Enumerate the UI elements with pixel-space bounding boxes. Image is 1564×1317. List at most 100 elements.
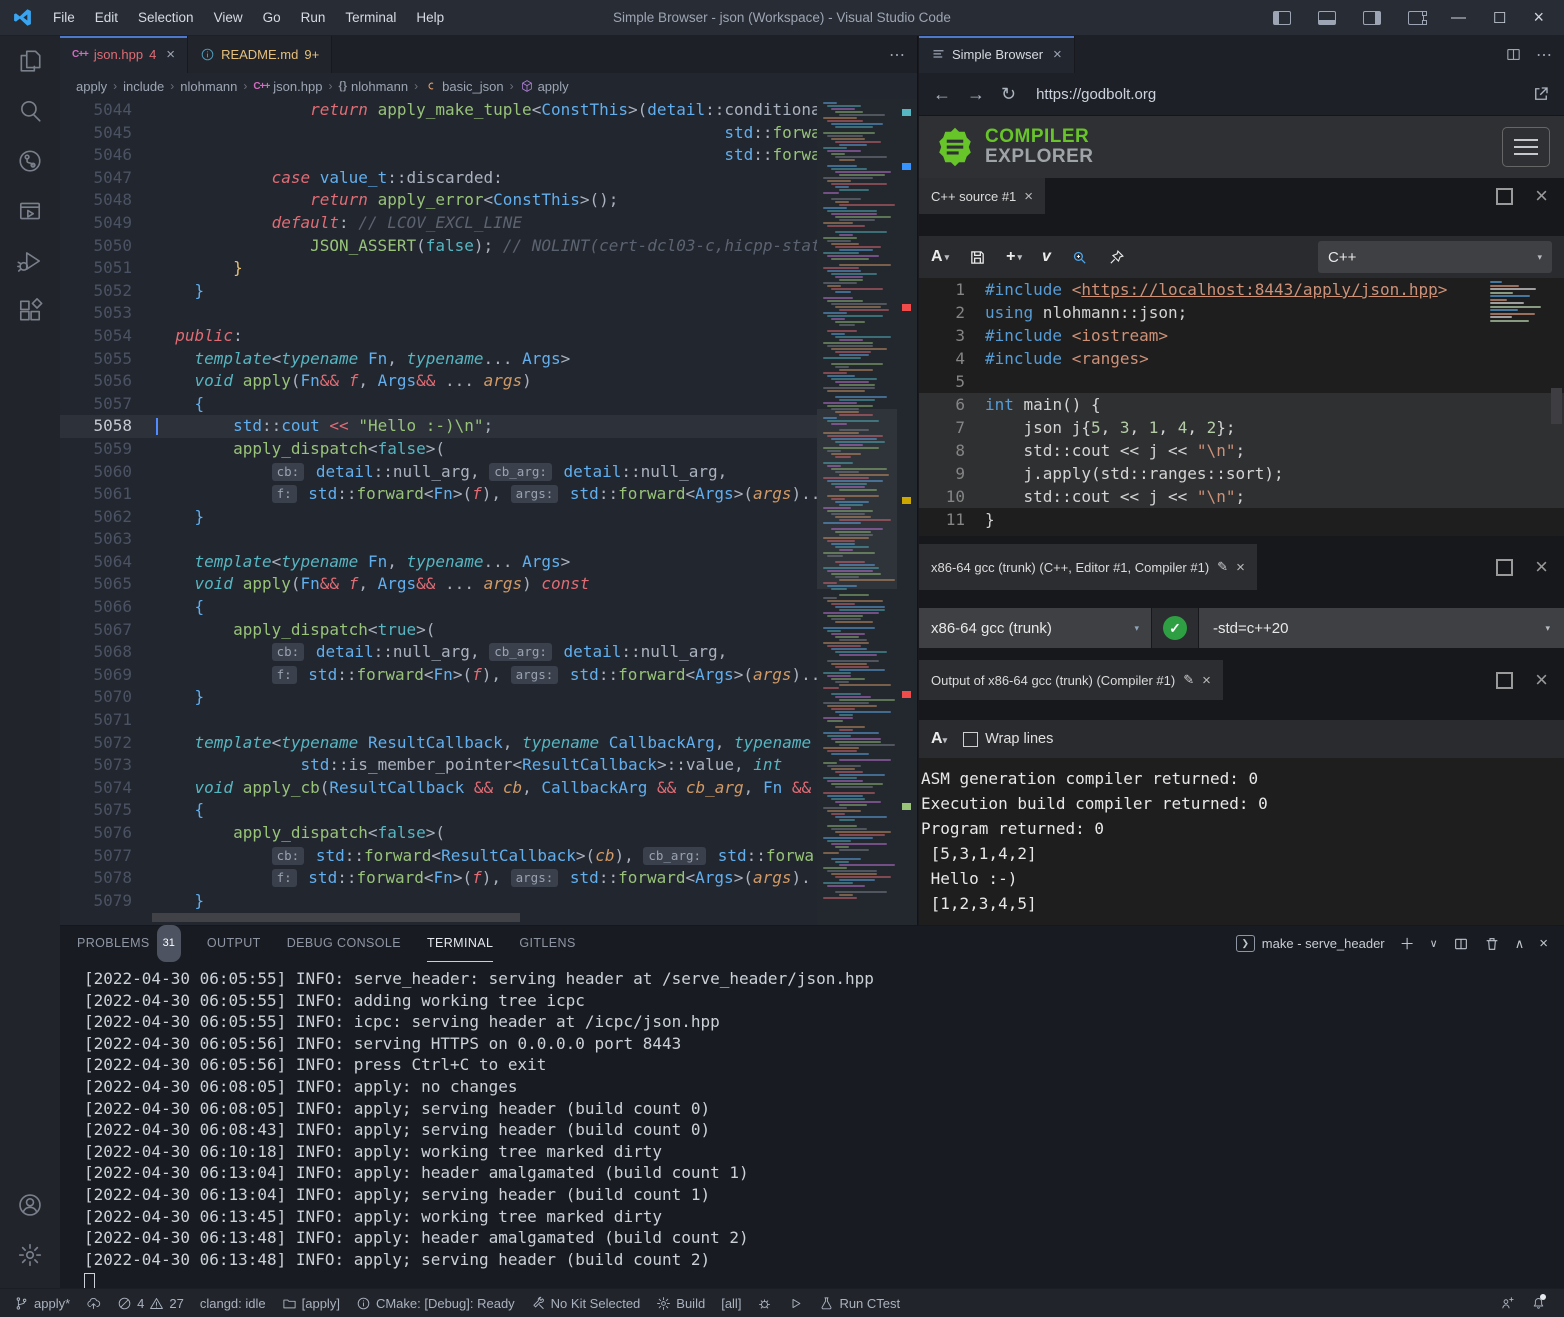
editor-tab-json.hpp[interactable]: C++json.hpp4× xyxy=(60,36,188,73)
minimap[interactable] xyxy=(817,99,897,925)
close-pane-icon[interactable]: × xyxy=(1202,672,1211,689)
terminal-output[interactable]: [2022-04-30 06:05:55] INFO: serve_header… xyxy=(60,961,1564,1288)
code-line[interactable]: 5061 f: std::forward<Fn>(f), args: std::… xyxy=(60,483,917,506)
split-editor-icon[interactable] xyxy=(1505,46,1522,63)
code-line[interactable]: 5064 template<typename Fn, typename... A… xyxy=(60,551,917,574)
ce-scrollbar[interactable] xyxy=(1551,388,1562,424)
horizontal-scrollbar[interactable] xyxy=(152,913,520,922)
breadcrumb-item[interactable]: apply xyxy=(76,79,107,94)
tab-cpp-source[interactable]: C++ source #1 × xyxy=(919,178,1045,214)
code-line[interactable]: 5062 } xyxy=(60,506,917,529)
activity-explorer[interactable] xyxy=(0,36,60,86)
compiler-options-input[interactable]: -std=c++20 ▾ xyxy=(1199,608,1564,648)
cmake-project[interactable]: [apply] xyxy=(274,1289,348,1317)
menu-help[interactable]: Help xyxy=(406,0,454,35)
code-line[interactable]: 5047 case value_t::discarded: xyxy=(60,167,917,190)
breadcrumb-item[interactable]: apply xyxy=(520,79,569,94)
code-line[interactable]: 5079 } xyxy=(60,890,917,913)
panel-tab-debug-console[interactable]: DEBUG CONSOLE xyxy=(287,926,401,961)
code-line[interactable]: 5076 apply_dispatch<false>( xyxy=(60,822,917,845)
code-line[interactable]: 5067 apply_dispatch<true>( xyxy=(60,619,917,642)
maximize-button[interactable]: ☐ xyxy=(1493,9,1506,27)
compiler-select[interactable]: x86-64 gcc (trunk) ▾ xyxy=(919,608,1151,648)
ce-code-line[interactable]: 5 xyxy=(919,370,1564,393)
toggle-panel-icon[interactable] xyxy=(1318,11,1336,25)
open-external-icon[interactable] xyxy=(1532,85,1550,103)
activity-cmake-run[interactable] xyxy=(0,186,60,236)
maximize-pane-icon[interactable] xyxy=(1496,188,1513,205)
ce-code-line[interactable]: 7 json j{5, 3, 1, 4, 2}; xyxy=(919,416,1564,439)
activity-source-control[interactable] xyxy=(0,136,60,186)
vim-mode-button[interactable]: v xyxy=(1042,248,1051,266)
rename-pane-icon[interactable]: ✎ xyxy=(1183,672,1194,688)
terminal-picker[interactable]: make - serve_header xyxy=(1262,936,1385,951)
code-line[interactable]: 5074 void apply_cb(ResultCallback && cb,… xyxy=(60,777,917,800)
ce-code-line[interactable]: 6int main() { xyxy=(919,393,1564,416)
code-line[interactable]: 5063 xyxy=(60,528,917,551)
maximize-pane-icon[interactable] xyxy=(1496,672,1513,689)
code-line[interactable]: 5066 { xyxy=(60,596,917,619)
menu-view[interactable]: View xyxy=(204,0,253,35)
breadcrumb-item[interactable]: {}nlohmann xyxy=(338,79,408,94)
breadcrumb-item[interactable]: include xyxy=(123,79,164,94)
ce-code-line[interactable]: 8 std::cout << j << "\n"; xyxy=(919,439,1564,462)
code-line[interactable]: 5058 std::cout << "Hello :-)\n"; xyxy=(60,415,917,438)
panel-tab-output[interactable]: OUTPUT xyxy=(207,926,261,961)
ce-code-line[interactable]: 9 j.apply(std::ranges::sort); xyxy=(919,462,1564,485)
pin-icon[interactable] xyxy=(1108,249,1125,266)
ce-code-line[interactable]: 1#include <https://localhost:8443/apply/… xyxy=(919,278,1564,301)
ce-code-line[interactable]: 3#include <iostream> xyxy=(919,324,1564,347)
reload-icon[interactable]: ↻ xyxy=(1001,84,1016,105)
code-line[interactable]: 5050 JSON_ASSERT(false); // NOLINT(cert-… xyxy=(60,235,917,258)
customize-layout-icon[interactable] xyxy=(1408,11,1424,25)
code-line[interactable]: 5072 template<typename ResultCallback, t… xyxy=(60,732,917,755)
launch-button[interactable] xyxy=(780,1289,811,1317)
close-tab-icon[interactable]: × xyxy=(166,46,175,63)
code-line[interactable]: 5048 return apply_error<ConstThis>(); xyxy=(60,189,917,212)
terminal-dropdown-icon[interactable]: ∨ xyxy=(1430,937,1438,950)
code-line[interactable]: 5057 { xyxy=(60,393,917,416)
maximize-pane-icon[interactable] xyxy=(1496,559,1513,576)
close-pane-icon[interactable]: × xyxy=(1535,556,1548,578)
activity-account[interactable] xyxy=(0,1180,60,1230)
panel-tab-problems[interactable]: PROBLEMS31 xyxy=(77,926,181,961)
kit-selector[interactable]: No Kit Selected xyxy=(523,1289,649,1317)
code-line[interactable]: 5070 } xyxy=(60,686,917,709)
kill-terminal-icon[interactable] xyxy=(1484,936,1500,952)
code-line[interactable]: 5051 } xyxy=(60,257,917,280)
ce-source-editor[interactable]: 1#include <https://localhost:8443/apply/… xyxy=(919,278,1564,536)
cmake-status[interactable]: CMake: [Debug]: Ready xyxy=(348,1289,523,1317)
url-input[interactable]: https://godbolt.org xyxy=(1036,86,1516,103)
activity-settings-gear[interactable] xyxy=(0,1230,60,1280)
breadcrumb-item[interactable]: basic_json xyxy=(424,79,503,94)
close-pane-icon[interactable]: × xyxy=(1236,559,1245,576)
panel-tab-terminal[interactable]: TERMINAL xyxy=(427,926,493,962)
code-line[interactable]: 5078 f: std::forward<Fn>(f), args: std::… xyxy=(60,867,917,890)
forward-icon[interactable]: → xyxy=(967,84,985,105)
maximize-panel-icon[interactable]: ∧ xyxy=(1515,936,1525,952)
menu-run[interactable]: Run xyxy=(291,0,336,35)
code-line[interactable]: 5054 public: xyxy=(60,325,917,348)
ctest-button[interactable]: Run CTest xyxy=(811,1289,908,1317)
toggle-secondary-sidebar-icon[interactable] xyxy=(1363,11,1381,25)
split-terminal-icon[interactable] xyxy=(1453,936,1469,952)
add-pane-button[interactable]: +▾ xyxy=(1006,248,1022,266)
new-terminal-icon[interactable]: ＋ xyxy=(1400,933,1415,954)
menu-file[interactable]: File xyxy=(43,0,85,35)
minimize-button[interactable]: — xyxy=(1451,9,1466,26)
problems-indicator[interactable]: 427 xyxy=(109,1289,192,1317)
publish-button[interactable] xyxy=(78,1289,109,1317)
breadcrumb-item[interactable]: nlohmann xyxy=(180,79,237,94)
code-line[interactable]: 5065 void apply(Fn&& f, Args&& ... args)… xyxy=(60,573,917,596)
rename-pane-icon[interactable]: ✎ xyxy=(1217,559,1228,575)
close-pane-icon[interactable]: × xyxy=(1024,188,1033,205)
code-line[interactable]: 5045 std::forward<Res xyxy=(60,122,917,145)
code-line[interactable]: 5075 { xyxy=(60,799,917,822)
branch-indicator[interactable]: apply* xyxy=(6,1289,78,1317)
toggle-sidebar-icon[interactable] xyxy=(1273,11,1291,25)
editor-more-actions-icon[interactable]: ⋯ xyxy=(889,45,905,65)
panel-tab-gitlens[interactable]: GITLENS xyxy=(519,926,575,961)
wrap-lines-checkbox[interactable] xyxy=(963,732,978,747)
close-pane-icon[interactable]: × xyxy=(1535,669,1548,691)
clangd-status[interactable]: clangd: idle xyxy=(192,1289,274,1317)
